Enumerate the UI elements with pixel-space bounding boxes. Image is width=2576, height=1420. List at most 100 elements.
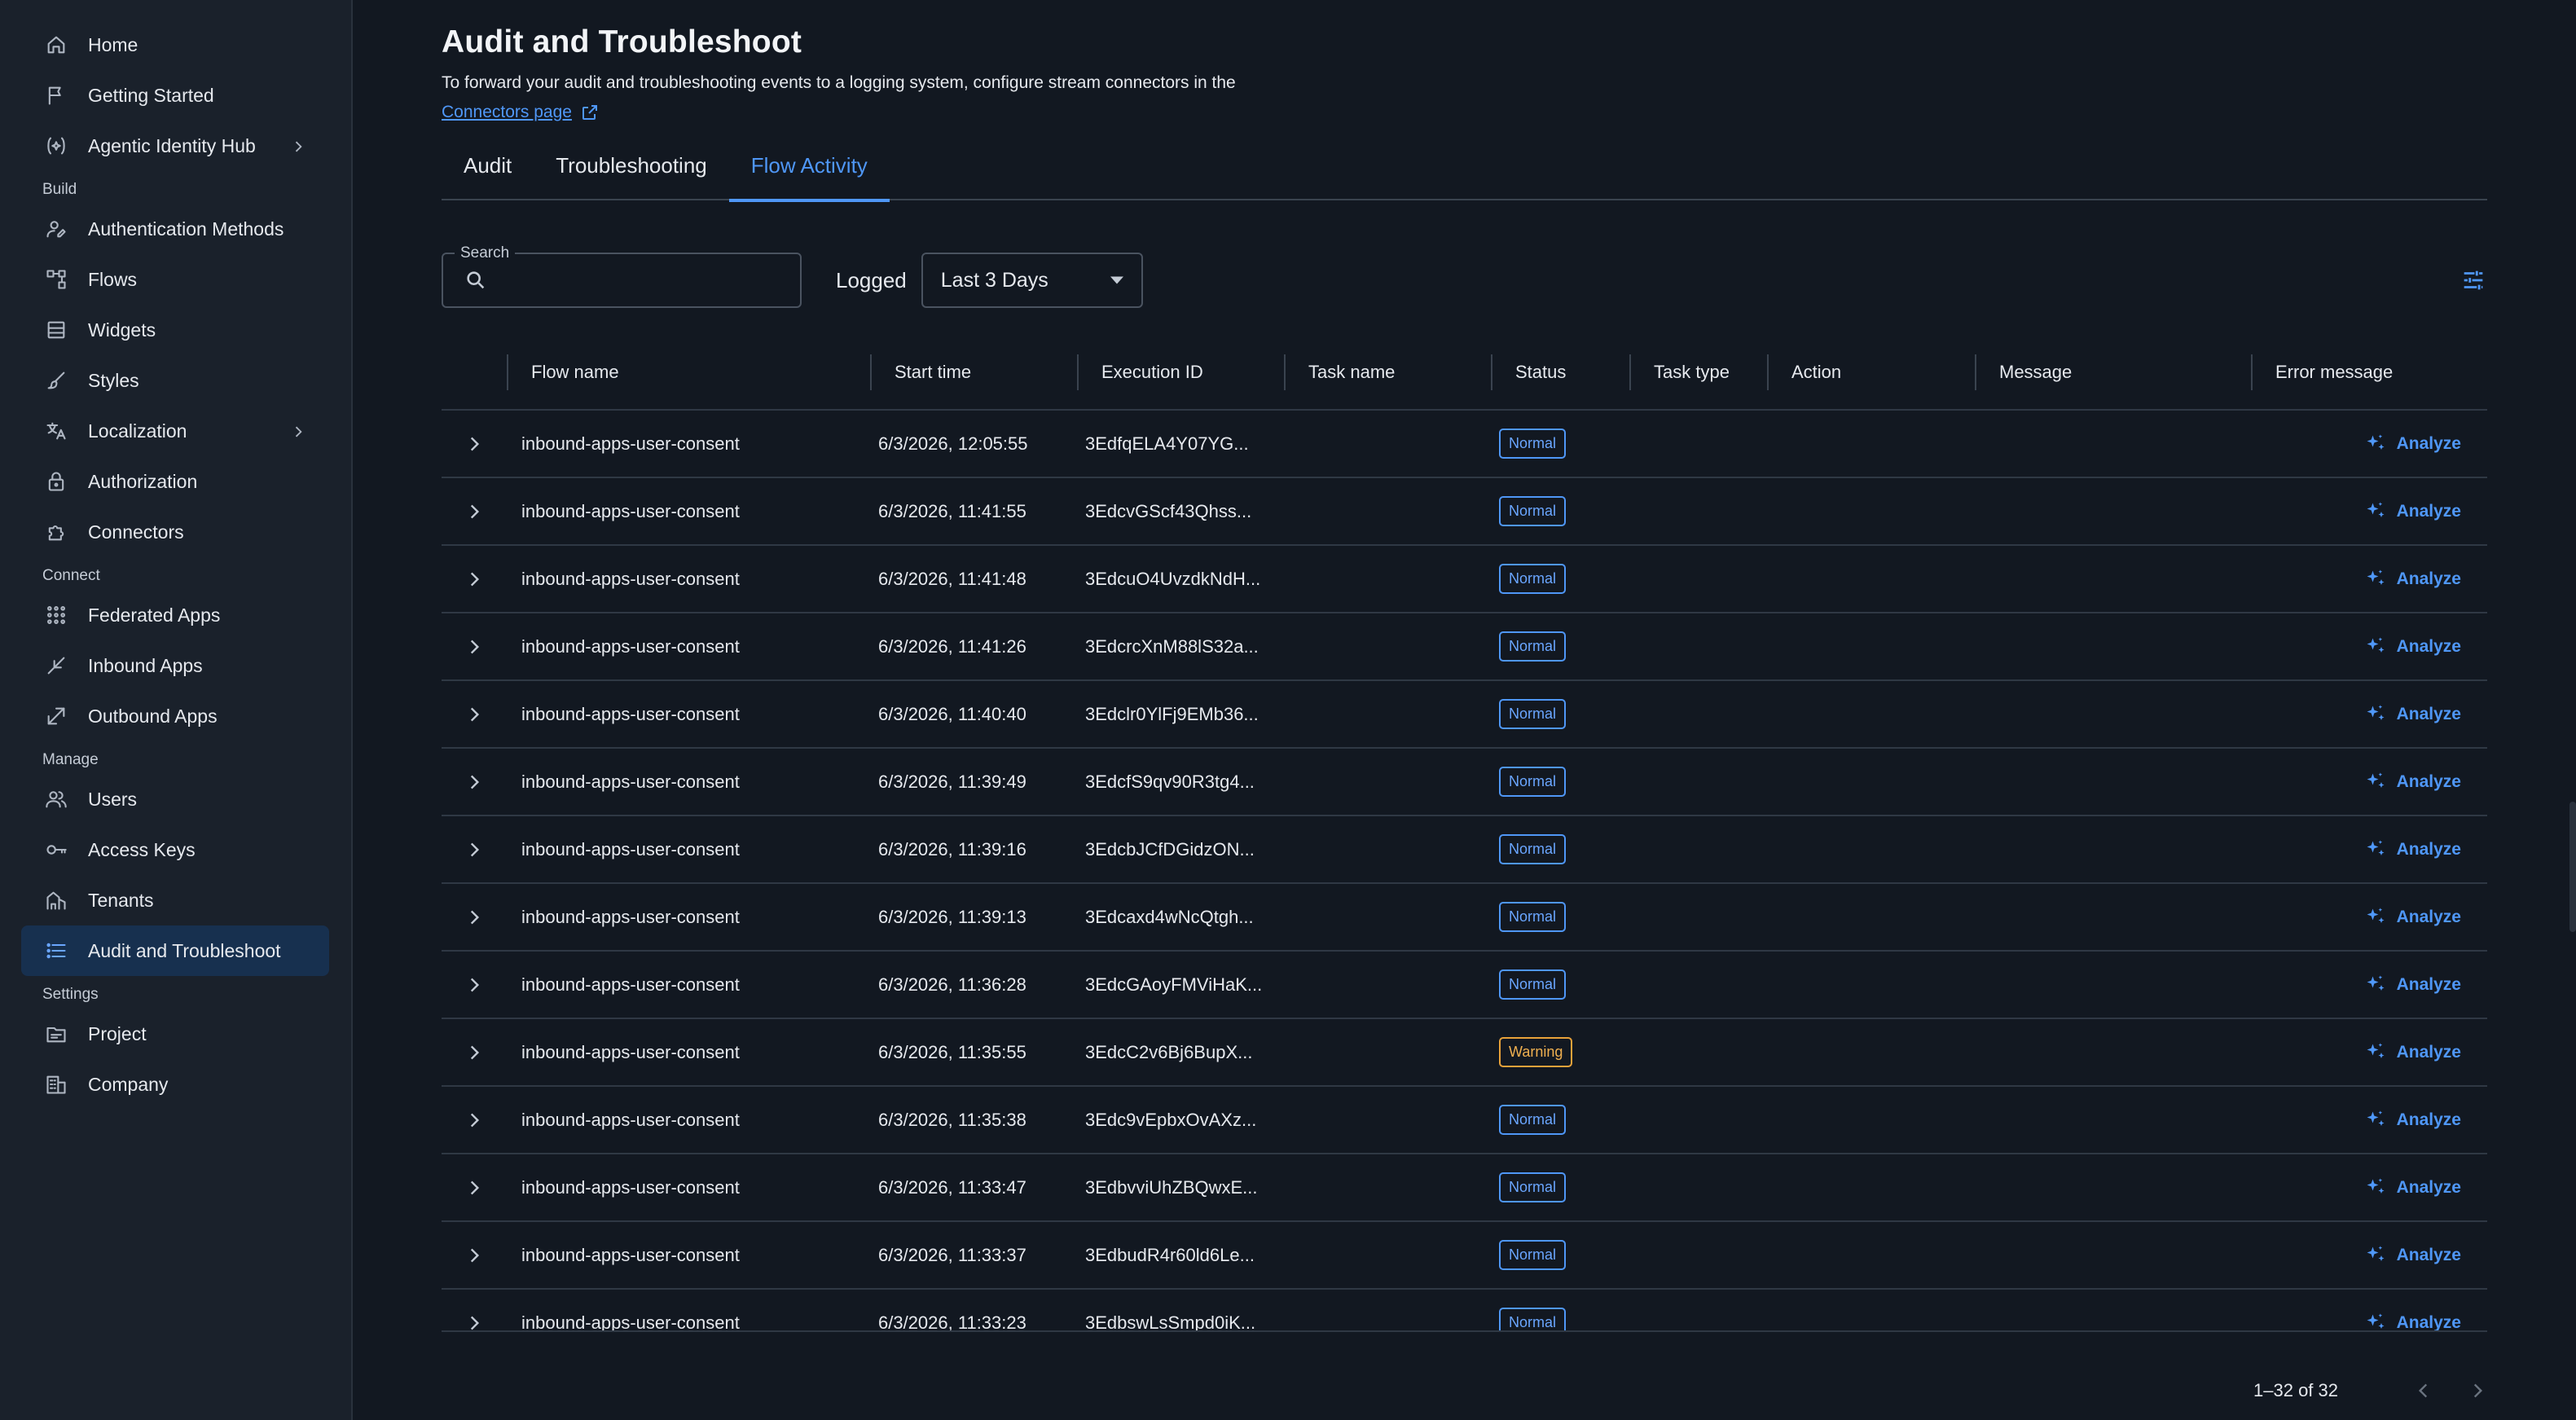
analyze-button[interactable]: Analyze: [2364, 771, 2461, 794]
sidebar-item-authorization[interactable]: Authorization: [21, 456, 329, 507]
expand-row-button[interactable]: [442, 772, 507, 793]
sidebar-item-users[interactable]: Users: [21, 774, 329, 824]
column-header-start-time[interactable]: Start time: [870, 335, 1077, 410]
sidebar-item-label: Project: [88, 1022, 147, 1044]
analyze-label: Analyze: [2396, 569, 2461, 588]
expand-row-button[interactable]: [442, 974, 507, 996]
apps-grid-icon: [44, 603, 68, 627]
sidebar-item-tenants[interactable]: Tenants: [21, 875, 329, 925]
sidebar-item-localization[interactable]: Localization: [21, 406, 329, 456]
next-page-icon[interactable]: [2467, 1380, 2488, 1401]
sparkle-icon: [2364, 1244, 2397, 1267]
widgets-icon: [44, 318, 68, 342]
sidebar-item-outbound-apps[interactable]: Outbound Apps: [21, 691, 329, 741]
analyze-button[interactable]: Analyze: [2364, 974, 2461, 996]
table-row[interactable]: inbound-apps-user-consent 6/3/2026, 11:41…: [442, 546, 2487, 613]
column-header-execution-id[interactable]: Execution ID: [1077, 335, 1284, 410]
table-row[interactable]: inbound-apps-user-consent 6/3/2026, 11:41…: [442, 478, 2487, 546]
analyze-button[interactable]: Analyze: [2364, 703, 2461, 726]
connectors-page-link[interactable]: Connectors page: [442, 103, 572, 122]
table-row[interactable]: inbound-apps-user-consent 6/3/2026, 11:40…: [442, 681, 2487, 749]
table-row[interactable]: inbound-apps-user-consent 6/3/2026, 11:35…: [442, 1087, 2487, 1154]
column-settings-icon[interactable]: [2460, 266, 2487, 294]
analyze-button[interactable]: Analyze: [2364, 1109, 2461, 1132]
search-field[interactable]: Search: [442, 244, 802, 308]
expand-row-button[interactable]: [442, 839, 507, 860]
column-header-task-type[interactable]: Task type: [1629, 335, 1767, 410]
analyze-button[interactable]: Analyze: [2364, 1041, 2461, 1064]
tab-audit[interactable]: Audit: [442, 152, 534, 200]
analyze-button[interactable]: Analyze: [2364, 500, 2461, 523]
tab-flow-activity[interactable]: Flow Activity: [728, 152, 890, 202]
table-row[interactable]: inbound-apps-user-consent 6/3/2026, 11:39…: [442, 884, 2487, 952]
sidebar-item-audit-and-troubleshoot[interactable]: Audit and Troubleshoot: [21, 925, 329, 976]
sidebar-item-label: Audit and Troubleshoot: [88, 939, 281, 961]
expand-row-button[interactable]: [442, 1042, 507, 1063]
table-row[interactable]: inbound-apps-user-consent 6/3/2026, 11:39…: [442, 816, 2487, 884]
sidebar-item-connectors[interactable]: Connectors: [21, 507, 329, 557]
column-header-action[interactable]: Action: [1767, 335, 1975, 410]
table-row[interactable]: inbound-apps-user-consent 6/3/2026, 12:05…: [442, 411, 2487, 478]
table-row[interactable]: inbound-apps-user-consent 6/3/2026, 11:41…: [442, 613, 2487, 681]
expand-row-button[interactable]: [442, 1312, 507, 1333]
table-row[interactable]: inbound-apps-user-consent 6/3/2026, 11:33…: [442, 1222, 2487, 1290]
external-link-icon[interactable]: [580, 103, 600, 122]
analyze-button[interactable]: Analyze: [2364, 1244, 2461, 1267]
table-row[interactable]: inbound-apps-user-consent 6/3/2026, 11:33…: [442, 1154, 2487, 1222]
search-input[interactable]: [497, 270, 798, 291]
sidebar-item-authentication-methods[interactable]: Authentication Methods: [21, 204, 329, 254]
logged-period-select[interactable]: Last 3 Days: [921, 253, 1143, 308]
sidebar-item-flows[interactable]: Flows: [21, 254, 329, 305]
expand-row-button[interactable]: [442, 501, 507, 522]
project-icon: [44, 1022, 68, 1046]
sidebar-item-styles[interactable]: Styles: [21, 355, 329, 406]
column-header-flow-name[interactable]: Flow name: [507, 335, 870, 410]
tab-troubleshooting[interactable]: Troubleshooting: [534, 152, 729, 200]
table-row[interactable]: inbound-apps-user-consent 6/3/2026, 11:39…: [442, 749, 2487, 816]
sidebar-item-company[interactable]: Company: [21, 1059, 329, 1110]
sidebar-item-widgets[interactable]: Widgets: [21, 305, 329, 355]
column-header-error-message[interactable]: Error message: [2251, 335, 2487, 410]
table-row[interactable]: inbound-apps-user-consent 6/3/2026, 11:36…: [442, 952, 2487, 1019]
analyze-button[interactable]: Analyze: [2364, 1176, 2461, 1199]
analyze-button[interactable]: Analyze: [2364, 906, 2461, 929]
sidebar-item-label: Widgets: [88, 319, 156, 341]
sidebar-item-home[interactable]: Home: [21, 20, 329, 70]
sidebar-item-label: Access Keys: [88, 838, 196, 860]
sidebar-item-agentic-identity-hub[interactable]: Agentic Identity Hub: [21, 121, 329, 171]
analyze-button[interactable]: Analyze: [2364, 635, 2461, 658]
analyze-button[interactable]: Analyze: [2364, 1312, 2461, 1333]
column-header-task-name[interactable]: Task name: [1284, 335, 1491, 410]
previous-page-icon[interactable]: [2413, 1380, 2434, 1401]
analyze-button[interactable]: Analyze: [2364, 433, 2461, 455]
status-badge: Normal: [1499, 429, 1567, 459]
sidebar-item-getting-started[interactable]: Getting Started: [21, 70, 329, 121]
start-time-cell: 6/3/2026, 11:41:26: [878, 635, 1026, 657]
sidebar-item-project[interactable]: Project: [21, 1009, 329, 1059]
expand-row-button[interactable]: [442, 907, 507, 928]
column-header-status[interactable]: Status: [1491, 335, 1629, 410]
status-badge: Normal: [1499, 767, 1567, 797]
expand-row-button[interactable]: [442, 569, 507, 590]
analyze-label: Analyze: [2396, 704, 2461, 723]
status-badge: Normal: [1499, 1240, 1567, 1270]
analyze-label: Analyze: [2396, 1312, 2461, 1332]
expand-row-button[interactable]: [442, 1110, 507, 1131]
main-content: Audit and Troubleshoot To forward your a…: [353, 0, 2576, 1420]
page-scrollbar[interactable]: [2569, 802, 2576, 932]
flow-name-cell: inbound-apps-user-consent: [521, 703, 740, 724]
expand-row-button[interactable]: [442, 433, 507, 455]
expand-row-button[interactable]: [442, 704, 507, 725]
table-row[interactable]: inbound-apps-user-consent 6/3/2026, 11:33…: [442, 1290, 2487, 1332]
analyze-button[interactable]: Analyze: [2364, 838, 2461, 861]
sidebar-item-label: Outbound Apps: [88, 705, 218, 727]
analyze-button[interactable]: Analyze: [2364, 568, 2461, 591]
column-header-message[interactable]: Message: [1975, 335, 2251, 410]
expand-row-button[interactable]: [442, 1245, 507, 1266]
table-row[interactable]: inbound-apps-user-consent 6/3/2026, 11:35…: [442, 1019, 2487, 1087]
sidebar-item-access-keys[interactable]: Access Keys: [21, 824, 329, 875]
expand-row-button[interactable]: [442, 636, 507, 657]
expand-row-button[interactable]: [442, 1177, 507, 1198]
sidebar-item-federated-apps[interactable]: Federated Apps: [21, 590, 329, 640]
sidebar-item-inbound-apps[interactable]: Inbound Apps: [21, 640, 329, 691]
